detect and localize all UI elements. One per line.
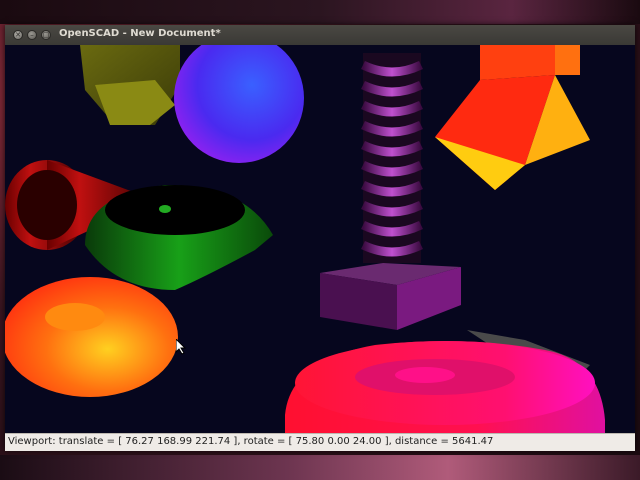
minimize-window-button[interactable]: – (27, 30, 37, 40)
maximize-icon: □ (42, 31, 50, 39)
maximize-window-button[interactable]: □ (41, 30, 51, 40)
pyramid-frustum-orange (435, 45, 590, 190)
status-bar: Viewport: translate = [ 76.27 168.99 221… (5, 433, 635, 451)
3d-viewport[interactable] (5, 45, 635, 433)
twisted-column-purple (361, 53, 423, 263)
mouse-cursor-icon (176, 339, 187, 355)
minimize-icon: – (30, 31, 34, 39)
openscad-window: ✕ – □ OpenSCAD - New Document* Viewport:… (5, 25, 635, 451)
desktop-bottom-strip (0, 455, 640, 480)
sphere-blue (174, 45, 304, 163)
torus-green (85, 185, 273, 290)
torus-orange (5, 277, 178, 397)
close-icon: ✕ (15, 31, 21, 39)
cylinder-disk-red-magenta (285, 341, 605, 433)
3d-scene[interactable] (5, 45, 635, 433)
pentagon-prism-olive (80, 45, 180, 125)
window-titlebar[interactable]: ✕ – □ OpenSCAD - New Document* (5, 25, 635, 46)
desktop-top-strip (0, 0, 640, 24)
close-window-button[interactable]: ✕ (13, 30, 23, 40)
box-base-purple (320, 263, 461, 330)
window-title: OpenSCAD - New Document* (59, 28, 221, 39)
viewport-status-text: Viewport: translate = [ 76.27 168.99 221… (8, 436, 494, 447)
